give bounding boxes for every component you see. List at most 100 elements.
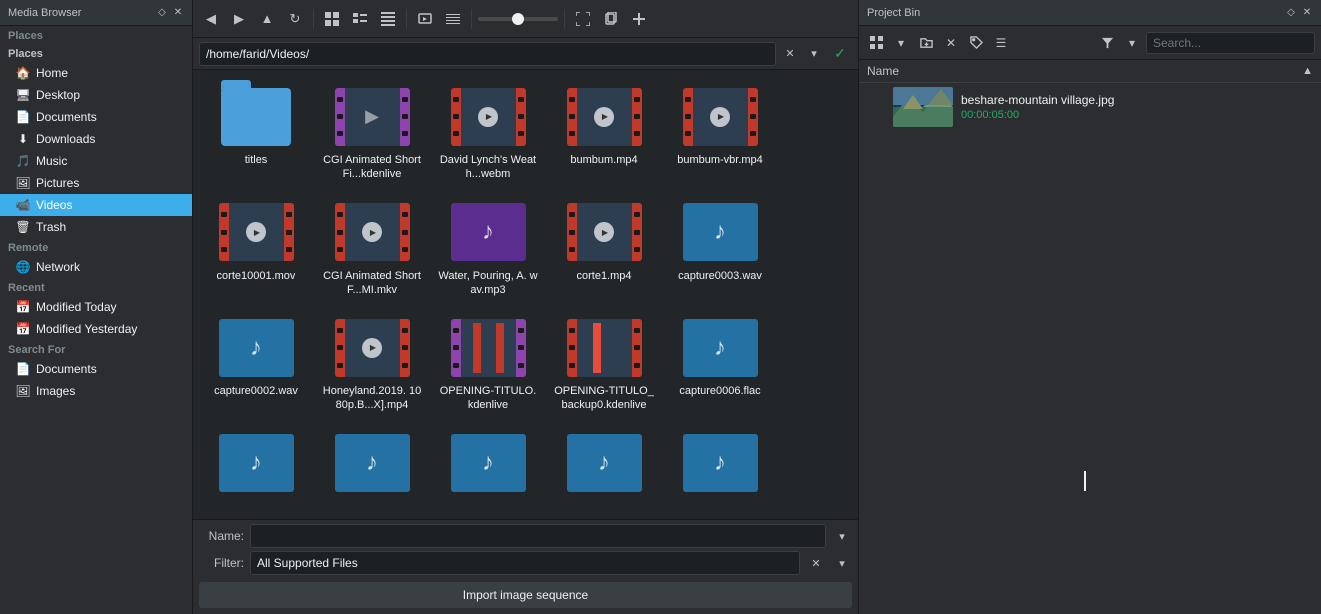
- audio-icon-e3: ♪: [451, 434, 526, 492]
- file-item-cgi-mkv[interactable]: ▶ CGI Animated Short F...MI.mkv: [317, 194, 427, 304]
- file-item-capture0003[interactable]: ♪ capture0003.wav: [665, 194, 775, 304]
- preview-button[interactable]: [413, 7, 437, 31]
- fullscreen-button[interactable]: [571, 7, 595, 31]
- filter-input[interactable]: [250, 551, 800, 575]
- sidebar-item-network[interactable]: 🌐 Network: [0, 256, 192, 278]
- file-thumb-corte1: ▶: [567, 200, 642, 265]
- sidebar-item-trash-label: Trash: [36, 220, 66, 234]
- file-thumb-cgi: ▶: [335, 84, 410, 149]
- address-dropdown-button[interactable]: ▾: [804, 44, 824, 64]
- filter-clear-button[interactable]: ✕: [806, 553, 826, 573]
- video-sl-c10001: [219, 203, 229, 261]
- downloads-icon: ⬇: [16, 132, 30, 146]
- address-input[interactable]: [199, 42, 776, 66]
- file-item-audio-extra-4[interactable]: ♪: [549, 425, 659, 506]
- sidebar-item-search-documents[interactable]: 📄 Documents: [0, 358, 192, 380]
- zoom-slider[interactable]: [478, 17, 558, 21]
- bin-filter-dropdown-button[interactable]: ▾: [1121, 32, 1143, 54]
- sidebar-item-modified-today[interactable]: 📅 Modified Today: [0, 296, 192, 318]
- name-dropdown-button[interactable]: ▾: [832, 524, 852, 548]
- bin-menu-button[interactable]: ☰: [990, 32, 1012, 54]
- file-thumb-cap0002: ♪: [219, 315, 294, 380]
- filter-dropdown-button[interactable]: ▾: [832, 551, 852, 575]
- bin-add-folder-button[interactable]: [915, 32, 937, 54]
- media-browser-restore-icon[interactable]: ◇: [156, 7, 168, 19]
- sidebar-item-documents-label: Documents: [36, 110, 97, 124]
- bin-view-button[interactable]: [865, 32, 887, 54]
- audio-note-e4: ♪: [598, 449, 610, 477]
- view-compact-button[interactable]: [376, 7, 400, 31]
- sidebar-item-search-images[interactable]: 🖼 Images: [0, 380, 192, 402]
- file-item-audio-extra-3[interactable]: ♪: [433, 425, 543, 506]
- reload-button[interactable]: ↻: [283, 7, 307, 31]
- bin-tag-button[interactable]: [965, 32, 987, 54]
- video-icon-honeyland: ▶: [335, 319, 410, 377]
- bin-item-thumbnail-beshare: [893, 87, 953, 127]
- file-item-david-lynch[interactable]: ▶ David Lynch's Weath...webm: [433, 78, 543, 188]
- play-icon-hl: ▶: [362, 338, 382, 358]
- audio-icon-e4: ♪: [567, 434, 642, 492]
- add-link-button[interactable]: [627, 7, 651, 31]
- sidebar-item-pictures[interactable]: 🖼 Pictures: [0, 172, 192, 194]
- file-item-corte10001[interactable]: ▶ corte10001.mov: [201, 194, 311, 304]
- play-icon: ▶: [478, 107, 498, 127]
- copy-location-button[interactable]: [599, 7, 623, 31]
- file-item-capture0002[interactable]: ♪ capture0002.wav: [201, 309, 311, 419]
- bin-close-icon[interactable]: ✕: [1301, 7, 1313, 19]
- bin-view-dropdown-button[interactable]: ▾: [890, 32, 912, 54]
- address-confirm-button[interactable]: ✓: [828, 42, 852, 66]
- kdenlive-icon-opening: [451, 319, 526, 377]
- bin-name-header: Name ▲: [859, 60, 1321, 83]
- bin-filter-button[interactable]: [1096, 32, 1118, 54]
- forward-button[interactable]: ▶: [227, 7, 251, 31]
- address-clear-button[interactable]: ✕: [780, 44, 800, 64]
- bin-title-icons: ◇ ✕: [1285, 7, 1313, 19]
- file-item-audio-extra-5[interactable]: ♪: [665, 425, 775, 506]
- file-label-cgi: CGI Animated Short Fi...kdenlive: [322, 153, 422, 182]
- sidebar-item-trash[interactable]: 🗑 Trash: [0, 216, 192, 238]
- bin-restore-icon[interactable]: ◇: [1285, 7, 1297, 19]
- import-sequence-button[interactable]: Import image sequence: [199, 582, 852, 608]
- bin-search-input[interactable]: [1146, 32, 1315, 54]
- file-item-audio-extra-2[interactable]: ♪: [317, 425, 427, 506]
- file-item-honeyland[interactable]: ▶ Honeyland.2019. 1080p.B...X].mp4: [317, 309, 427, 419]
- file-item-water[interactable]: ♪ Water, Pouring, A. wav.mp3: [433, 194, 543, 304]
- up-button[interactable]: ▲: [255, 7, 279, 31]
- file-item-bumbum-vbr[interactable]: ▶ bumbum-vbr.mp4: [665, 78, 775, 188]
- file-thumb-cap0003: ♪: [683, 200, 758, 265]
- video-strip-right: [516, 88, 526, 146]
- sidebar-item-desktop[interactable]: 🖥 Desktop: [0, 84, 192, 106]
- name-input[interactable]: [250, 524, 826, 548]
- filter-label: Filter:: [199, 556, 244, 570]
- file-item-opening-bk[interactable]: OPENING-TITULO_ backup0.kdenlive: [549, 309, 659, 419]
- kdenlive-strip-left: [335, 88, 345, 146]
- file-item-opening[interactable]: OPENING-TITULO. kdenlive: [433, 309, 543, 419]
- video-icon-bumbum: ▶: [567, 88, 642, 146]
- sidebar-item-downloads[interactable]: ⬇ Downloads: [0, 128, 192, 150]
- modified-yesterday-icon: 📅: [16, 322, 30, 336]
- file-item-titles[interactable]: titles: [201, 78, 311, 188]
- file-label-opening-bk: OPENING-TITULO_ backup0.kdenlive: [554, 384, 654, 413]
- sidebar-item-videos-label: Videos: [36, 198, 72, 212]
- video-sl-hl: [335, 319, 345, 377]
- list-button[interactable]: [441, 7, 465, 31]
- file-item-capture0006[interactable]: ♪ capture0006.flac: [665, 309, 775, 419]
- bin-item-beshare[interactable]: beshare-mountain village.jpg 00:00:05:00: [859, 83, 1321, 131]
- file-item-audio-extra-1[interactable]: ♪: [201, 425, 311, 506]
- sidebar-item-videos[interactable]: 📹 Videos: [0, 194, 192, 216]
- play-icon-c1: ▶: [594, 222, 614, 242]
- media-browser-close-icon[interactable]: ✕: [172, 7, 184, 19]
- file-item-bumbum[interactable]: ▶ bumbum.mp4: [549, 78, 659, 188]
- file-item-corte1[interactable]: ▶ corte1.mp4: [549, 194, 659, 304]
- sidebar-item-modified-yesterday[interactable]: 📅 Modified Yesterday: [0, 318, 192, 340]
- bin-collapse-button[interactable]: ▲: [1302, 65, 1313, 77]
- sidebar-item-home[interactable]: 🏠 Home: [0, 62, 192, 84]
- bin-delete-button[interactable]: ✕: [940, 32, 962, 54]
- sidebar-item-documents[interactable]: 📄 Documents: [0, 106, 192, 128]
- view-details-button[interactable]: [348, 7, 372, 31]
- back-button[interactable]: ◀: [199, 7, 223, 31]
- file-item-cgi-animated[interactable]: ▶ CGI Animated Short Fi...kdenlive: [317, 78, 427, 188]
- sidebar-item-music[interactable]: 🎵 Music: [0, 150, 192, 172]
- view-icons-button[interactable]: [320, 7, 344, 31]
- audio-note-cap0002: ♪: [250, 334, 262, 362]
